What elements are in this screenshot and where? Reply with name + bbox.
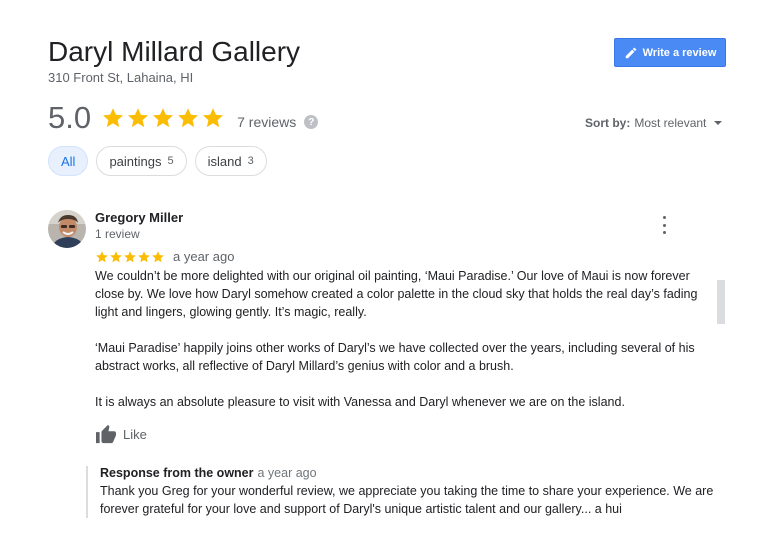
place-title: Daryl Millard Gallery (48, 36, 301, 67)
write-review-button[interactable]: Write a review (614, 38, 726, 67)
reviewer-meta: 1 review (95, 227, 140, 241)
star-icon (101, 106, 125, 130)
owner-response-date: a year ago (257, 466, 317, 480)
like-button[interactable]: Like (95, 424, 147, 444)
review-date: a year ago (173, 249, 235, 264)
thumbs-up-icon (96, 424, 116, 444)
star-icon (137, 250, 151, 264)
more-options-icon[interactable] (656, 216, 672, 234)
star-icon (95, 250, 109, 264)
average-rating: 5.0 (48, 100, 92, 135)
sort-label: Sort by: (585, 116, 631, 130)
filter-chips: All paintings 5 island 3 (48, 146, 267, 176)
chip-count: 3 (247, 155, 254, 167)
filter-chip-island[interactable]: island 3 (194, 146, 267, 176)
rating-summary: 5.0 7 reviews ? (48, 100, 319, 136)
help-icon[interactable]: ? (304, 115, 319, 129)
star-icon (109, 250, 123, 264)
sort-control[interactable]: Sort by: Most relevant (585, 116, 723, 130)
place-address: 310 Front St, Lahaina, HI (48, 70, 194, 85)
chip-label: island (207, 153, 242, 169)
owner-response: Response from the owner a year ago Thank … (86, 466, 720, 518)
pencil-icon (625, 47, 636, 58)
owner-response-header: Response from the owner a year ago (100, 466, 720, 480)
write-review-label: Write a review (642, 46, 717, 59)
avatar-photo (48, 210, 86, 248)
scrollbar-thumb[interactable] (717, 280, 725, 324)
review-paragraph: It is always an absolute pleasure to vis… (95, 395, 625, 409)
star-icon (126, 106, 150, 130)
review-rating: a year ago (95, 249, 234, 264)
owner-response-text: Thank you Greg for your wonderful review… (100, 484, 714, 516)
star-icon (123, 250, 137, 264)
review-count: 7 reviews (237, 114, 297, 130)
owner-response-heading: Response from the owner (100, 466, 254, 480)
chip-label: All (61, 153, 76, 169)
star-icon (201, 106, 225, 130)
review-paragraph: ‘Maui Paradise’ happily joins other work… (95, 341, 695, 373)
chevron-down-icon[interactable] (714, 121, 723, 125)
star-icon (151, 106, 175, 130)
star-icon (176, 106, 200, 130)
chip-count: 5 (167, 155, 174, 167)
rating-stars (101, 106, 225, 130)
chip-label: paintings (109, 153, 162, 169)
filter-chip-all[interactable]: All (48, 146, 89, 176)
like-label: Like (123, 426, 147, 442)
star-icon (151, 250, 165, 264)
avatar[interactable] (48, 210, 86, 248)
sort-value[interactable]: Most relevant (634, 116, 706, 130)
filter-chip-paintings[interactable]: paintings 5 (96, 146, 187, 176)
review-stars (95, 250, 165, 264)
reviewer-name[interactable]: Gregory Miller (95, 210, 183, 225)
review-text: We couldn’t be more delighted with our o… (95, 267, 715, 429)
review-paragraph: We couldn’t be more delighted with our o… (95, 269, 698, 319)
